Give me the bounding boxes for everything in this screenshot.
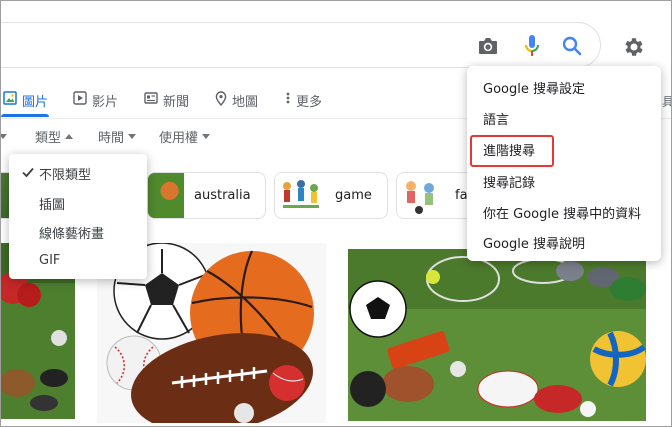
tab-images[interactable]: 圖片 [3,87,48,113]
tab-news[interactable]: 新聞 [144,87,189,113]
chip-game[interactable]: game [274,172,388,219]
filter-partial-caret[interactable] [1,126,7,146]
filter-type[interactable]: 類型 [35,126,74,146]
type-option-any[interactable]: 不限類型 [39,164,91,183]
search-icon[interactable] [559,33,585,59]
image-icon [3,91,17,109]
checkmark-icon [21,164,35,178]
chip-thumbnail [275,173,325,218]
tab-maps[interactable]: 地圖 [215,87,258,113]
browser-frame: 圖片 影片 新聞 地圖 更多 具 [0,0,672,427]
menu-search-history[interactable]: 搜尋記錄 [483,172,535,191]
camera-icon[interactable] [475,33,501,59]
settings-menu: Google 搜尋設定 語言 進階搜尋 搜尋記錄 你在 Google 搜尋中的資… [467,66,661,261]
menu-search-help[interactable]: Google 搜尋說明 [483,233,585,252]
chip-thumbnail [397,173,445,218]
filter-time[interactable]: 時間 [98,126,137,146]
type-option-line-drawing[interactable]: 線條藝術畫 [39,223,104,242]
chevron-up-icon [65,133,74,139]
menu-your-data[interactable]: 你在 Google 搜尋中的資料 [483,203,641,222]
play-icon [73,91,87,109]
type-option-clipart[interactable]: 插圖 [39,194,65,213]
advanced-search-highlight [470,135,554,167]
menu-search-settings[interactable]: Google 搜尋設定 [483,78,585,97]
more-vert-icon [285,91,291,109]
chevron-down-icon [202,133,211,139]
filter-usage-rights[interactable]: 使用權 [159,126,211,146]
menu-languages[interactable]: 語言 [483,109,509,128]
news-icon [144,91,158,109]
chevron-down-icon [128,133,137,139]
active-tab-indicator [1,114,49,117]
chip-thumbnail [148,173,184,218]
tools-edge-text: 具 [662,93,671,110]
tab-more[interactable]: 更多 [285,87,322,113]
chevron-down-icon [1,133,7,139]
result-image-3[interactable] [348,249,646,421]
type-option-gif[interactable]: GIF [39,253,60,268]
type-filter-menu: 不限類型 插圖 線條藝術畫 GIF [9,154,147,279]
map-pin-icon [215,90,227,110]
microphone-icon[interactable] [519,33,545,59]
chip-australia[interactable]: australia [147,172,266,219]
settings-gear-icon[interactable] [620,33,648,61]
search-box[interactable] [1,22,601,68]
tab-videos[interactable]: 影片 [73,87,118,113]
